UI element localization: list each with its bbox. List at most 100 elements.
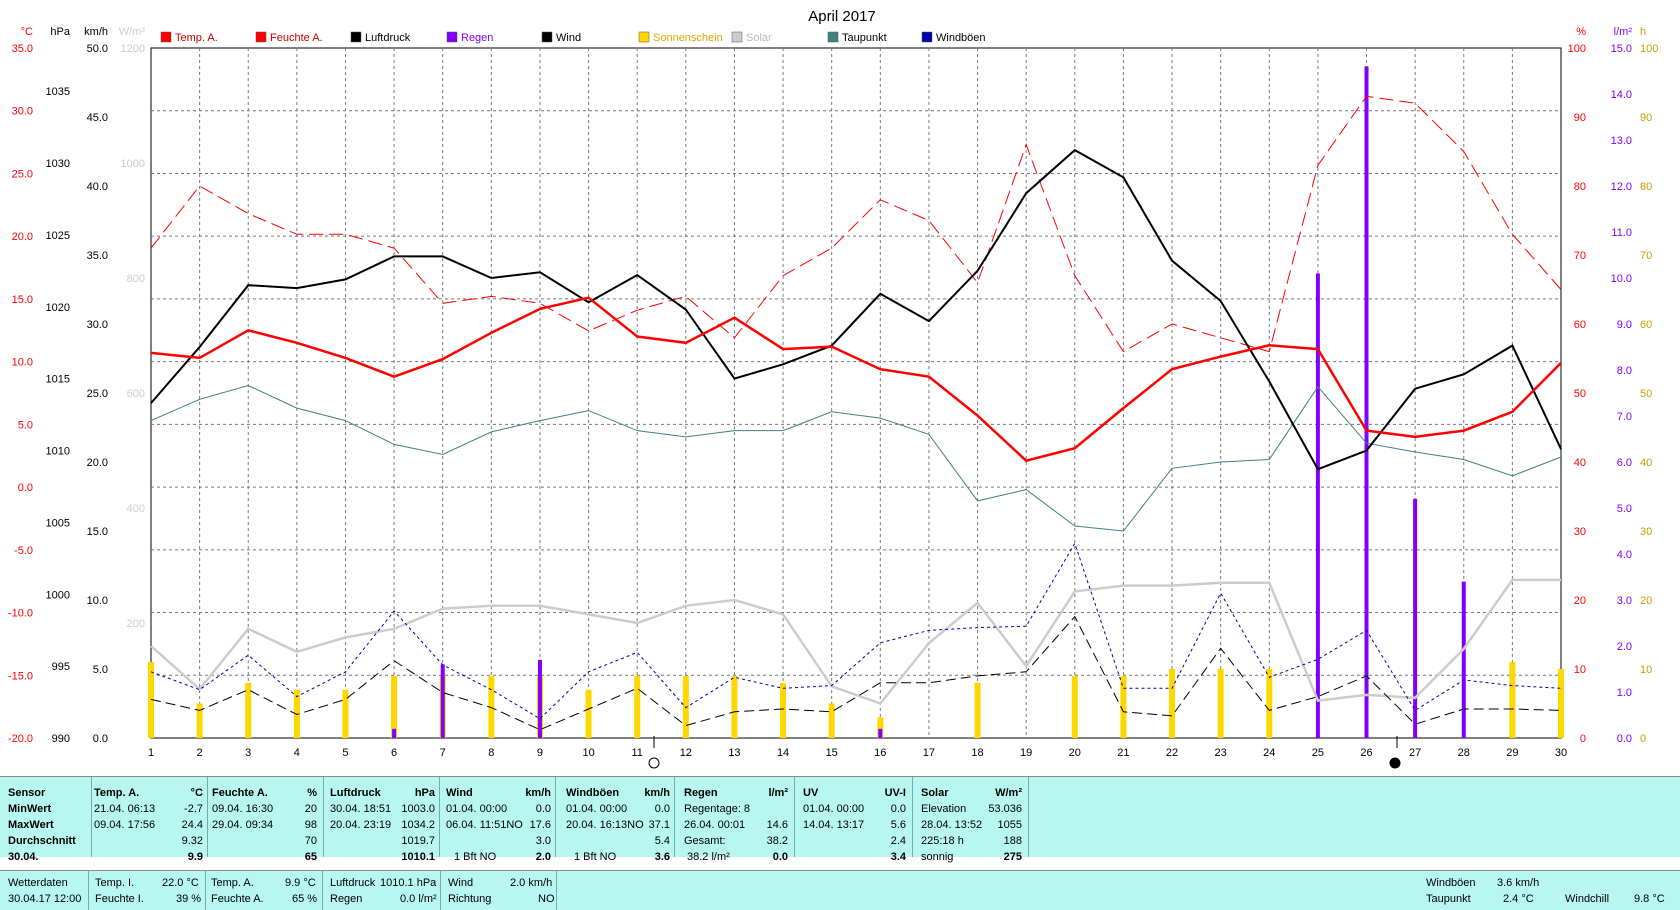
humidity-axis-tick: 0 bbox=[1580, 733, 1586, 745]
temp-header: Temp. A. bbox=[94, 787, 140, 799]
solar-axis-tick: 200 bbox=[127, 618, 145, 630]
dewpoint-value: 2.4 °C bbox=[1503, 893, 1534, 905]
col-pressure: Luftdruck hPa 30.04. 18:51 1003.0 20.04.… bbox=[324, 777, 440, 863]
solar-axis-tick: 1000 bbox=[121, 158, 145, 170]
x-tick-label: 24 bbox=[1263, 747, 1275, 759]
sun-axis-unit: h bbox=[1640, 26, 1646, 38]
pressure-axis-tick: 995 bbox=[52, 661, 70, 673]
wind-current-bft: 1 Bft NO bbox=[454, 851, 497, 863]
rain-bar bbox=[537, 659, 542, 738]
hum-in-label: Feuchte I. bbox=[95, 893, 144, 905]
x-tick-label: 8 bbox=[488, 747, 494, 759]
legend-label: Feuchte A. bbox=[270, 32, 323, 44]
direction-label: Richtung bbox=[448, 893, 492, 905]
temp-axis-tick: -15.0 bbox=[8, 670, 33, 682]
sun-axis-tick: 100 bbox=[1640, 43, 1658, 55]
temp-avg: 9.32 bbox=[181, 835, 203, 847]
legend-swatch bbox=[731, 31, 743, 43]
x-tick-label: 20 bbox=[1069, 747, 1081, 759]
weather-chart: April 2017 Temp. A. Feuchte A. Luftdruck Re… bbox=[8, 8, 1658, 769]
temp-min-value: -2.7 bbox=[184, 803, 203, 815]
rain-axis-tick: 5.0 bbox=[1617, 503, 1632, 515]
rain-axis-tick: 3.0 bbox=[1617, 595, 1632, 607]
rain-axis-tick: 14.0 bbox=[1611, 89, 1632, 101]
rain-max-value: 14.6 bbox=[766, 819, 788, 831]
sunshine-bar bbox=[828, 703, 835, 738]
pressure-axis-tick: 1030 bbox=[46, 158, 70, 170]
col-humidity: Feuchte A. % 09.04. 16:30 20 29.04. 09:3… bbox=[208, 777, 324, 863]
rain-bar bbox=[1461, 581, 1466, 738]
direction-value: NO bbox=[538, 893, 555, 905]
pressure-axis-tick: 1020 bbox=[46, 302, 70, 314]
rain-current: 0.0 bbox=[772, 851, 788, 863]
wind-axis-tick: 45.0 bbox=[87, 112, 108, 124]
wind-axis-tick: 25.0 bbox=[87, 388, 108, 400]
x-tick-label: 23 bbox=[1215, 747, 1227, 759]
sun-axis-tick: 30 bbox=[1640, 526, 1652, 538]
temp-out-value: 9.9 °C bbox=[285, 877, 316, 889]
pressure-axis-tick: 990 bbox=[52, 733, 70, 745]
gust-max-value: 37.1 bbox=[648, 819, 670, 831]
temp-axis-tick: 20.0 bbox=[12, 231, 33, 243]
wind-header: Wind bbox=[446, 787, 473, 799]
sunshine-bar bbox=[1509, 662, 1516, 738]
solar-max-time: 28.04. 13:52 bbox=[921, 819, 983, 831]
uv-unit: UV-I bbox=[884, 787, 906, 799]
gust-max-time: 20.04. 16:13NO bbox=[566, 819, 644, 831]
sunshine-bar bbox=[1558, 669, 1564, 738]
solar-axis-tick: 400 bbox=[127, 503, 145, 515]
x-tick-label: 12 bbox=[680, 747, 692, 759]
x-tick-label: 21 bbox=[1117, 747, 1129, 759]
wind-axis-tick: 5.0 bbox=[93, 664, 108, 676]
sunshine-bar bbox=[1071, 675, 1078, 738]
temp-axis-tick: 15.0 bbox=[12, 294, 33, 306]
temp-axis-tick: 0.0 bbox=[18, 482, 33, 494]
temp-in-label: Temp. I. bbox=[95, 877, 135, 889]
x-tick-label: 2 bbox=[197, 747, 203, 759]
solar-axis-tick: 1200 bbox=[121, 43, 145, 55]
humidity-axis-tick: 100 bbox=[1568, 43, 1586, 55]
x-tick-label: 4 bbox=[294, 747, 300, 759]
x-tick-label: 26 bbox=[1360, 747, 1372, 759]
gust-avg: 5.4 bbox=[654, 835, 670, 847]
col-temp: Temp. A. °C 21.04. 06:13 -2.7 09.04. 17:… bbox=[92, 777, 208, 863]
rain-bar bbox=[392, 728, 397, 738]
hum-max-value: 98 bbox=[304, 819, 317, 831]
rain-value: 0.0 l/m² bbox=[400, 893, 437, 905]
x-tick-label: 5 bbox=[342, 747, 348, 759]
rain-bar bbox=[440, 664, 445, 738]
rain-axis-tick: 9.0 bbox=[1617, 319, 1632, 331]
pressure-axis-tick: 1015 bbox=[46, 374, 70, 386]
x-tick-label: 13 bbox=[728, 747, 740, 759]
solar-current: 275 bbox=[1003, 851, 1022, 863]
temp-min-time: 21.04. 06:13 bbox=[94, 803, 156, 815]
sun-axis-tick: 80 bbox=[1640, 181, 1652, 193]
solar-hours: 225:18 h bbox=[921, 835, 964, 847]
press-avg: 1019.7 bbox=[401, 835, 435, 847]
col-solar: Solar W/m² Elevation 53.036 28.04. 13:52… bbox=[913, 777, 1029, 863]
sunshine-bar bbox=[1169, 669, 1176, 738]
humidity-axis-tick: 90 bbox=[1574, 112, 1586, 124]
solar-max-value: 1055 bbox=[997, 819, 1022, 831]
rain-axis-tick: 8.0 bbox=[1617, 365, 1632, 377]
rain-axis-tick: 12.0 bbox=[1611, 181, 1632, 193]
wind-axis-tick: 35.0 bbox=[87, 250, 108, 262]
wind-max-value: 17.6 bbox=[529, 819, 551, 831]
dewpoint-label: Taupunkt bbox=[1426, 893, 1471, 905]
col-gust: Windböen km/h 01.04. 00:00 0.0 20.04. 16… bbox=[556, 777, 675, 863]
rain-axis-tick: 1.0 bbox=[1617, 687, 1632, 699]
wind-axis-tick: 15.0 bbox=[87, 526, 108, 538]
press-min-value: 1003.0 bbox=[401, 803, 435, 815]
weatherdata-label: Wetterdaten bbox=[8, 877, 68, 889]
legend-swatch bbox=[541, 31, 553, 43]
legend-swatch bbox=[827, 31, 839, 43]
press-max-value: 1034.2 bbox=[401, 819, 435, 831]
humidity-axis-tick: 20 bbox=[1574, 595, 1586, 607]
humidity-axis-unit: % bbox=[1576, 26, 1586, 38]
press-min-time: 30.04. 18:51 bbox=[330, 803, 392, 815]
x-tick-label: 19 bbox=[1020, 747, 1032, 759]
sensor-header: Sensor bbox=[8, 787, 46, 799]
sunshine-bar bbox=[1217, 669, 1224, 738]
temp-axis-tick: 10.0 bbox=[12, 357, 33, 369]
x-tick-label: 29 bbox=[1506, 747, 1518, 759]
